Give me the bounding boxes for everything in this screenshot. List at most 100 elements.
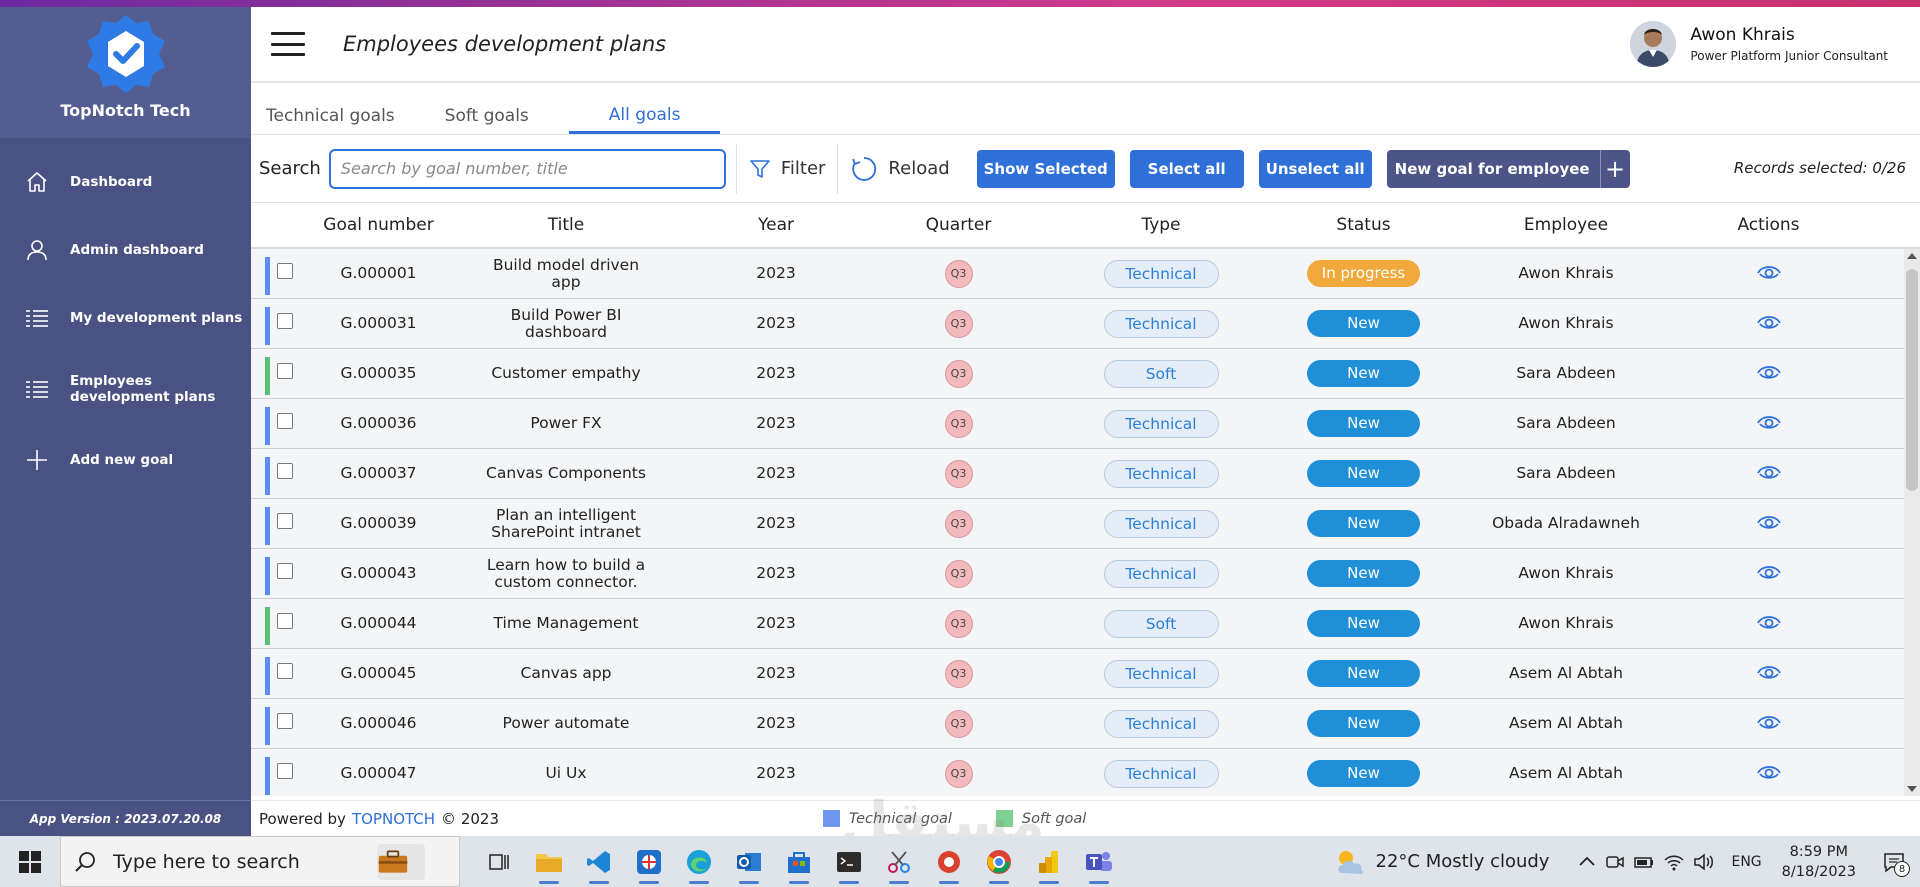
hamburger-menu-icon[interactable] [271, 32, 305, 56]
new-goal-for-employee-button[interactable]: New goal for employee + [1386, 149, 1630, 188]
table-row[interactable]: G.000045 Canvas app 2023 Q3 Technical New Asem… [251, 649, 1920, 699]
tab-soft-goals[interactable]: Soft goals [445, 106, 529, 134]
sidebar-item-add-new-goal[interactable]: Add new goal [0, 426, 251, 494]
calculator-app-icon[interactable] [624, 836, 674, 887]
sidebar-item-my-development-plans[interactable]: My development plans [0, 284, 251, 352]
type-badge: Technical [1103, 259, 1219, 288]
footer-brand-link[interactable]: TOPNOTCH [352, 810, 435, 828]
table-row[interactable]: G.000046 Power automate 2023 Q3 Technical New… [251, 699, 1920, 749]
column-header-title[interactable]: Title [436, 215, 696, 235]
copyright: © 2023 [441, 809, 499, 828]
file-explorer-icon[interactable] [524, 836, 574, 887]
row-checkbox[interactable] [277, 763, 293, 779]
view-eye-icon[interactable] [1755, 308, 1783, 336]
column-header-employee[interactable]: Employee [1466, 215, 1666, 235]
table-row[interactable]: G.000037 Canvas Components 2023 Q3 Technical… [251, 449, 1920, 499]
column-header-status[interactable]: Status [1261, 215, 1466, 235]
tab-technical-goals[interactable]: Technical goals [266, 106, 395, 134]
table-row[interactable]: G.000031 Build Power BI dashboard 2023 Q3 Te… [251, 299, 1920, 349]
scroll-thumb[interactable] [1906, 269, 1918, 491]
meet-now-icon[interactable] [1605, 852, 1625, 872]
row-checkbox[interactable] [277, 413, 293, 429]
row-checkbox[interactable] [277, 663, 293, 679]
edge-browser-icon[interactable] [674, 836, 724, 887]
tab-all-goals[interactable]: All goals [568, 105, 721, 134]
records-selected: Records selected: 0/26 [1733, 159, 1906, 177]
table-row[interactable]: G.000043 Learn how to build a custom conn… [251, 549, 1920, 599]
view-eye-icon[interactable] [1755, 708, 1783, 736]
teams-icon[interactable] [1074, 836, 1124, 887]
quarter-badge: Q3 [944, 459, 973, 488]
weather-text[interactable]: 22°C Mostly cloudy [1376, 851, 1550, 872]
store-icon[interactable] [774, 836, 824, 887]
reload-button[interactable]: Reload [838, 144, 961, 194]
row-checkbox[interactable] [277, 363, 293, 379]
task-view-icon[interactable] [474, 836, 524, 887]
user-profile[interactable]: Awon Khrais Power Platform Junior Consul… [1630, 21, 1888, 67]
scroll-up-icon[interactable] [1907, 253, 1917, 259]
outlook-icon[interactable] [724, 836, 774, 887]
filter-button[interactable]: Filter [737, 144, 838, 194]
select-all-button[interactable]: Select all [1129, 149, 1244, 188]
volume-icon[interactable] [1693, 852, 1715, 872]
row-checkbox[interactable] [277, 463, 293, 479]
show-selected-button[interactable]: Show Selected [976, 149, 1115, 188]
row-checkbox[interactable] [277, 713, 293, 729]
power-bi-icon[interactable] [1024, 836, 1074, 887]
unselect-all-button[interactable]: Unselect all [1258, 149, 1372, 188]
filter-label: Filter [780, 158, 826, 179]
language-indicator[interactable]: ENG [1731, 854, 1761, 870]
table-row[interactable]: G.000044 Time Management 2023 Q3 Soft New Awon… [251, 599, 1920, 649]
column-header-type[interactable]: Type [1061, 215, 1261, 235]
view-eye-icon[interactable] [1755, 458, 1783, 486]
clock[interactable]: 8:59 PM 8/18/2023 [1782, 842, 1856, 882]
chrome-icon[interactable] [974, 836, 1024, 887]
view-eye-icon[interactable] [1755, 358, 1783, 386]
row-checkbox[interactable] [277, 313, 293, 329]
table-row[interactable]: G.000039 Plan an intelligent SharePoint i… [251, 499, 1920, 549]
battery-icon[interactable] [1633, 852, 1655, 872]
row-checkbox[interactable] [277, 263, 293, 279]
table-row[interactable]: G.000001 Build model driven app 2023 Q3 Tech… [251, 249, 1920, 299]
footer: Powered by TOPNOTCH © 2023 Technical goa… [251, 800, 1920, 836]
employee-cell: Sara Abdeen [1516, 364, 1616, 382]
employee-cell: Sara Abdeen [1516, 464, 1616, 482]
table-row[interactable]: G.000036 Power FX 2023 Q3 Technical New Sara A… [251, 399, 1920, 449]
sidebar-item-admin-dashboard[interactable]: Admin dashboard [0, 216, 251, 284]
goal-title-cell: Customer empathy [491, 364, 641, 382]
notifications-button[interactable]: 8 [1874, 836, 1914, 887]
table-row[interactable]: G.000035 Customer empathy 2023 Q3 Soft New Sar… [251, 349, 1920, 399]
column-header-year[interactable]: Year [696, 215, 856, 235]
sidebar-item-dashboard[interactable]: Dashboard [0, 148, 251, 216]
year-cell: 2023 [756, 664, 796, 682]
row-checkbox[interactable] [277, 563, 293, 579]
view-eye-icon[interactable] [1755, 758, 1783, 786]
view-eye-icon[interactable] [1755, 408, 1783, 436]
snipping-tool-icon[interactable] [874, 836, 924, 887]
table-scrollbar[interactable] [1904, 249, 1920, 796]
row-checkbox[interactable] [277, 613, 293, 629]
terminal-icon[interactable] [824, 836, 874, 887]
scroll-down-icon[interactable] [1907, 786, 1917, 792]
legend-swatch [823, 810, 840, 827]
start-button[interactable] [0, 836, 60, 887]
view-eye-icon[interactable] [1755, 558, 1783, 586]
red-app-icon[interactable] [924, 836, 974, 887]
view-eye-icon[interactable] [1755, 508, 1783, 536]
column-header-quarter[interactable]: Quarter [856, 215, 1061, 235]
row-checkbox[interactable] [277, 513, 293, 529]
sidebar-item-employees-development-plans[interactable]: Employees development plans [0, 352, 251, 426]
filter-icon [750, 159, 770, 178]
vscode-icon[interactable] [574, 836, 624, 887]
search-input[interactable] [328, 148, 726, 189]
view-eye-icon[interactable] [1755, 608, 1783, 636]
quarter-badge: Q3 [944, 709, 973, 738]
chevron-up-icon[interactable] [1577, 852, 1597, 872]
view-eye-icon[interactable] [1755, 658, 1783, 686]
column-header-goal-number[interactable]: Goal number [321, 215, 436, 235]
briefcase-icon [377, 844, 425, 880]
table-row[interactable]: G.000047 Ui Ux 2023 Q3 Technical New Asem Al A… [251, 749, 1920, 796]
wifi-icon[interactable] [1663, 852, 1685, 872]
view-eye-icon[interactable] [1755, 258, 1783, 286]
taskbar-search[interactable]: Type here to search [60, 836, 460, 887]
